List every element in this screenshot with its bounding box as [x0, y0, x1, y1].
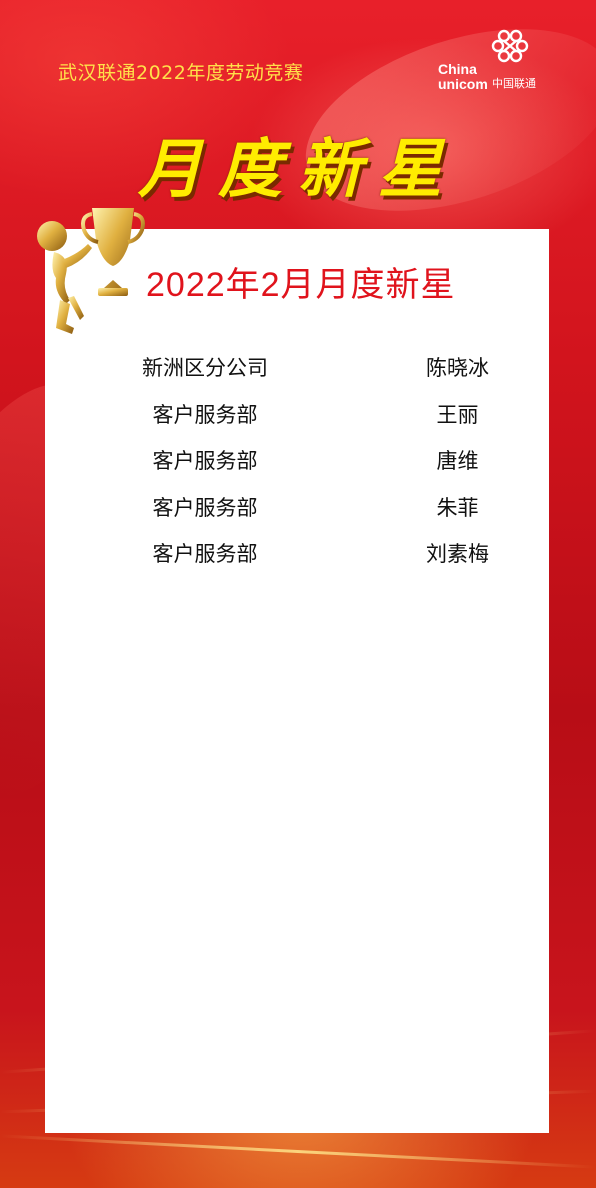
- list-item: 客户服务部 唐维: [45, 445, 549, 492]
- list-item: 客户服务部 王丽: [45, 399, 549, 446]
- winner-name: 王丽: [436, 402, 479, 427]
- china-unicom-logo: China unicom 中国联通: [438, 28, 566, 92]
- list-item: 客户服务部 刘素梅: [45, 538, 549, 585]
- winner-name: 陈晓冰: [426, 356, 489, 380]
- logo-english-line2: unicom: [438, 76, 488, 92]
- list-item: 客户服务部 朱菲: [45, 492, 549, 539]
- winner-name: 朱菲: [436, 495, 479, 520]
- card-title: 2022年2月月度新星: [146, 266, 456, 304]
- logo-chinese: 中国联通: [492, 77, 536, 90]
- page-title: 月度新星: [138, 133, 458, 207]
- department-name: 客户服务部: [152, 402, 258, 427]
- competition-subtitle: 武汉联通2022年度劳动竞赛: [58, 62, 304, 84]
- department-name: 客户服务部: [152, 495, 258, 520]
- golden-figure-trophy-icon: [37, 208, 145, 334]
- logo-english-line1: China: [438, 61, 477, 77]
- department-name: 新洲区分公司: [142, 356, 268, 380]
- light-streak-decoration: [0, 1134, 596, 1169]
- department-name: 客户服务部: [152, 449, 258, 473]
- list-item: 新洲区分公司 陈晓冰: [45, 352, 549, 399]
- winner-name: 刘素梅: [426, 542, 489, 566]
- winner-name: 唐维: [436, 449, 479, 473]
- winners-list: 新洲区分公司 陈晓冰 客户服务部 王丽 客户服务部 唐维 客户服务部 朱菲 客户…: [45, 352, 549, 585]
- department-name: 客户服务部: [152, 542, 258, 566]
- china-unicom-knot-icon: [491, 29, 529, 63]
